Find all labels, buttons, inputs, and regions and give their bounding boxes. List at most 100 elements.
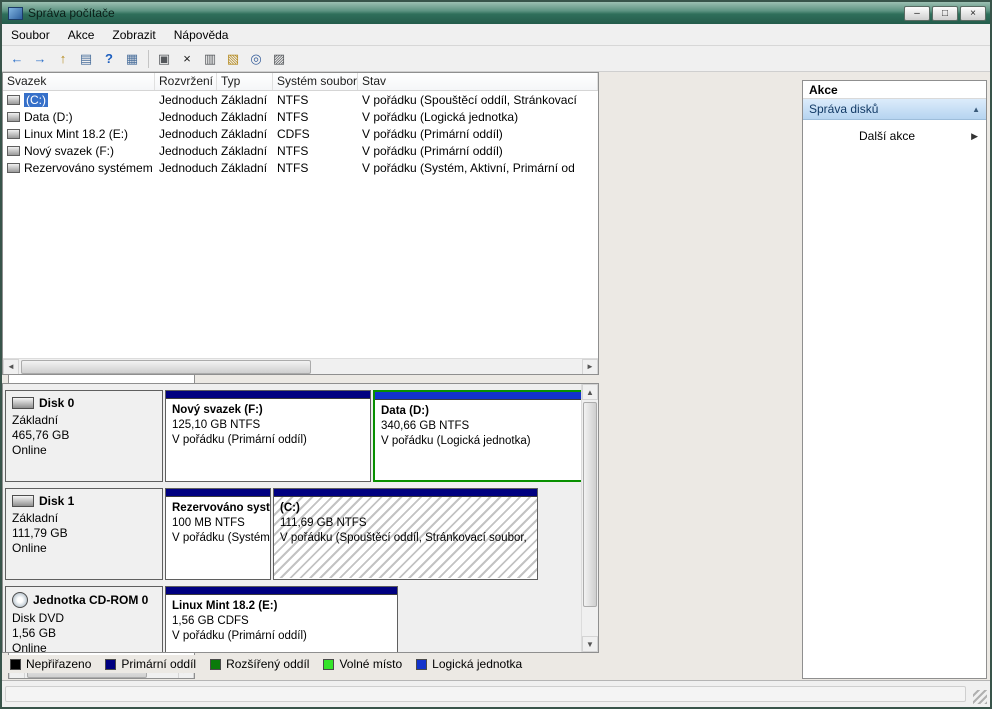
legend-color-swatch — [105, 659, 116, 670]
back-icon: ← — [11, 51, 24, 66]
disk-partitions: Linux Mint 18.2 (E:) 1,56 GB CDFS V pořá… — [165, 586, 581, 652]
volume-list-horizontal-scrollbar[interactable]: ◄ ► — [3, 358, 598, 374]
volume-row[interactable]: Linux Mint 18.2 (E:) Jednoduchý Základní… — [3, 125, 598, 142]
delete-button[interactable]: × — [176, 48, 198, 70]
scroll-down-icon[interactable]: ▼ — [582, 636, 598, 652]
column-header[interactable]: Stav — [358, 73, 598, 90]
volume-list: SvazekRozvrženíTypSystém souborůStav (C:… — [2, 72, 599, 375]
volume-list-scroll-thumb[interactable] — [21, 360, 311, 374]
forward-icon: → — [34, 51, 47, 66]
volume-icon — [7, 146, 20, 156]
disk-icon — [12, 495, 34, 507]
actions-panel: Akce Správa disků ▲ Další akce ▶ — [802, 80, 987, 679]
graphic-vertical-scrollbar[interactable]: ▲ ▼ — [581, 384, 598, 652]
volume-row[interactable]: (C:) Jednoduchý Základní NTFS V pořádku … — [3, 91, 598, 108]
delete-icon: × — [183, 51, 191, 66]
actions-item-more-actions[interactable]: Další akce ▶ — [803, 126, 986, 146]
console-window-icon: ▦ — [126, 51, 138, 67]
open-folder-icon: ▧ — [227, 51, 239, 67]
disk-header[interactable]: Disk 1 Základní 111,79 GB Online — [5, 488, 163, 580]
help-button[interactable]: ? — [98, 48, 120, 70]
partition-block[interactable]: Data (D:) 340,66 GB NTFS V pořádku (Logi… — [373, 390, 581, 482]
volume-icon — [7, 163, 20, 173]
partition-type-strip — [274, 489, 537, 497]
properties-icon: ▥ — [204, 51, 216, 67]
resize-grip[interactable] — [973, 690, 987, 704]
volume-row[interactable]: Nový svazek (F:) Jednoduchý Základní NTF… — [3, 142, 598, 159]
up-level-button[interactable]: ↑ — [52, 48, 74, 70]
maximize-button[interactable]: □ — [932, 6, 958, 21]
export-list-icon: ▨ — [273, 51, 285, 67]
partition-type-strip — [166, 489, 270, 497]
volume-row[interactable]: Rezervováno systémem Jednoduchý Základní… — [3, 159, 598, 176]
column-header[interactable]: Typ — [217, 73, 273, 90]
disk-row: Disk 0 Základní 465,76 GB Online Nový sv… — [5, 390, 581, 482]
up-level-icon: ↑ — [60, 51, 67, 66]
legend-color-swatch — [210, 659, 221, 670]
column-header[interactable]: Svazek — [3, 73, 155, 90]
menu-nápověda[interactable]: Nápověda — [165, 26, 238, 44]
volume-rows: (C:) Jednoduchý Základní NTFS V pořádku … — [3, 91, 598, 176]
volume-icon — [7, 95, 20, 105]
actions-section-disk-management[interactable]: Správa disků ▲ — [803, 99, 986, 120]
workspace: Správa počítače (místní) ◢ Systémové nás… — [2, 72, 990, 684]
partition-block[interactable]: Rezervováno systémem 100 MB NTFS V pořád… — [165, 488, 271, 580]
volume-row[interactable]: Data (D:) Jednoduchý Základní NTFS V poř… — [3, 108, 598, 125]
legend-color-swatch — [323, 659, 334, 670]
menu-akce[interactable]: Akce — [59, 26, 104, 44]
back-button[interactable]: ← — [6, 48, 28, 70]
disk-row: Jednotka CD-ROM 0 Disk DVD 1,56 GB Onlin… — [5, 586, 581, 652]
disk-partitions: Nový svazek (F:) 125,10 GB NTFS V pořádk… — [165, 390, 581, 482]
column-header[interactable]: Rozvržení — [155, 73, 217, 90]
menu-soubor[interactable]: Soubor — [2, 26, 59, 44]
partition-type-strip — [375, 392, 581, 400]
app-icon — [8, 7, 23, 20]
console-window-button[interactable]: ▦ — [121, 48, 143, 70]
column-header[interactable]: Systém souborů — [273, 73, 358, 90]
toolbar: ← → ↑ ▤? ▦ ▣ × ▥ ▧ ◎ ▨ — [2, 46, 990, 72]
volume-list-header: SvazekRozvrženíTypSystém souborůStav — [3, 73, 598, 91]
search-button[interactable]: ◎ — [245, 48, 267, 70]
submenu-arrow-icon: ▶ — [971, 131, 978, 142]
show-console-tree-button[interactable]: ▤ — [75, 48, 97, 70]
legend-color-swatch — [416, 659, 427, 670]
titlebar[interactable]: Správa počítače – □ × — [2, 2, 990, 24]
close-button[interactable]: × — [960, 6, 986, 21]
partition-block[interactable]: Nový svazek (F:) 125,10 GB NTFS V pořádk… — [165, 390, 371, 482]
disk-header[interactable]: Disk 0 Základní 465,76 GB Online — [5, 390, 163, 482]
toolbar-separator — [148, 50, 149, 68]
disk-partitions: Rezervováno systémem 100 MB NTFS V pořád… — [165, 488, 581, 580]
menubar: SouborAkceZobrazitNápověda — [2, 24, 990, 46]
legend-item: Volné místo — [323, 657, 402, 671]
menu-zobrazit[interactable]: Zobrazit — [103, 26, 164, 44]
window-title: Správa počítače — [28, 6, 904, 20]
legend-item: Nepřiřazeno — [10, 657, 91, 671]
legend-item: Primární oddíl — [105, 657, 196, 671]
new-window-icon: ▣ — [158, 51, 170, 67]
partition-block[interactable]: Linux Mint 18.2 (E:) 1,56 GB CDFS V pořá… — [165, 586, 398, 652]
partition-legend: Nepřiřazeno Primární oddíl Rozšířený odd… — [2, 655, 599, 673]
volume-icon — [7, 112, 20, 122]
new-window-button[interactable]: ▣ — [153, 48, 175, 70]
forward-button[interactable]: → — [29, 48, 51, 70]
partition-block[interactable]: (C:) 111,69 GB NTFS V pořádku (Spouštěcí… — [273, 488, 538, 580]
statusbar — [2, 680, 990, 707]
scroll-up-icon[interactable]: ▲ — [582, 384, 598, 400]
disk-header[interactable]: Jednotka CD-ROM 0 Disk DVD 1,56 GB Onlin… — [5, 586, 163, 652]
status-inset — [5, 686, 966, 702]
disk-row: Disk 1 Základní 111,79 GB Online Rezervo… — [5, 488, 581, 580]
graphic-scroll-thumb[interactable] — [583, 402, 597, 607]
disk-icon — [12, 397, 34, 409]
center-panel: SvazekRozvrženíTypSystém souborůStav (C:… — [2, 72, 599, 671]
disk-icon — [12, 592, 28, 608]
export-list-button[interactable]: ▨ — [268, 48, 290, 70]
scroll-left-icon[interactable]: ◄ — [3, 359, 19, 375]
volume-icon — [7, 129, 20, 139]
disk-graphical-view: Disk 0 Základní 465,76 GB Online Nový sv… — [2, 383, 599, 653]
chevron-up-icon[interactable]: ▲ — [972, 105, 980, 114]
open-folder-button[interactable]: ▧ — [222, 48, 244, 70]
properties-button[interactable]: ▥ — [199, 48, 221, 70]
minimize-button[interactable]: – — [904, 6, 930, 21]
actions-title: Akce — [803, 81, 986, 99]
scroll-right-icon[interactable]: ► — [582, 359, 598, 375]
